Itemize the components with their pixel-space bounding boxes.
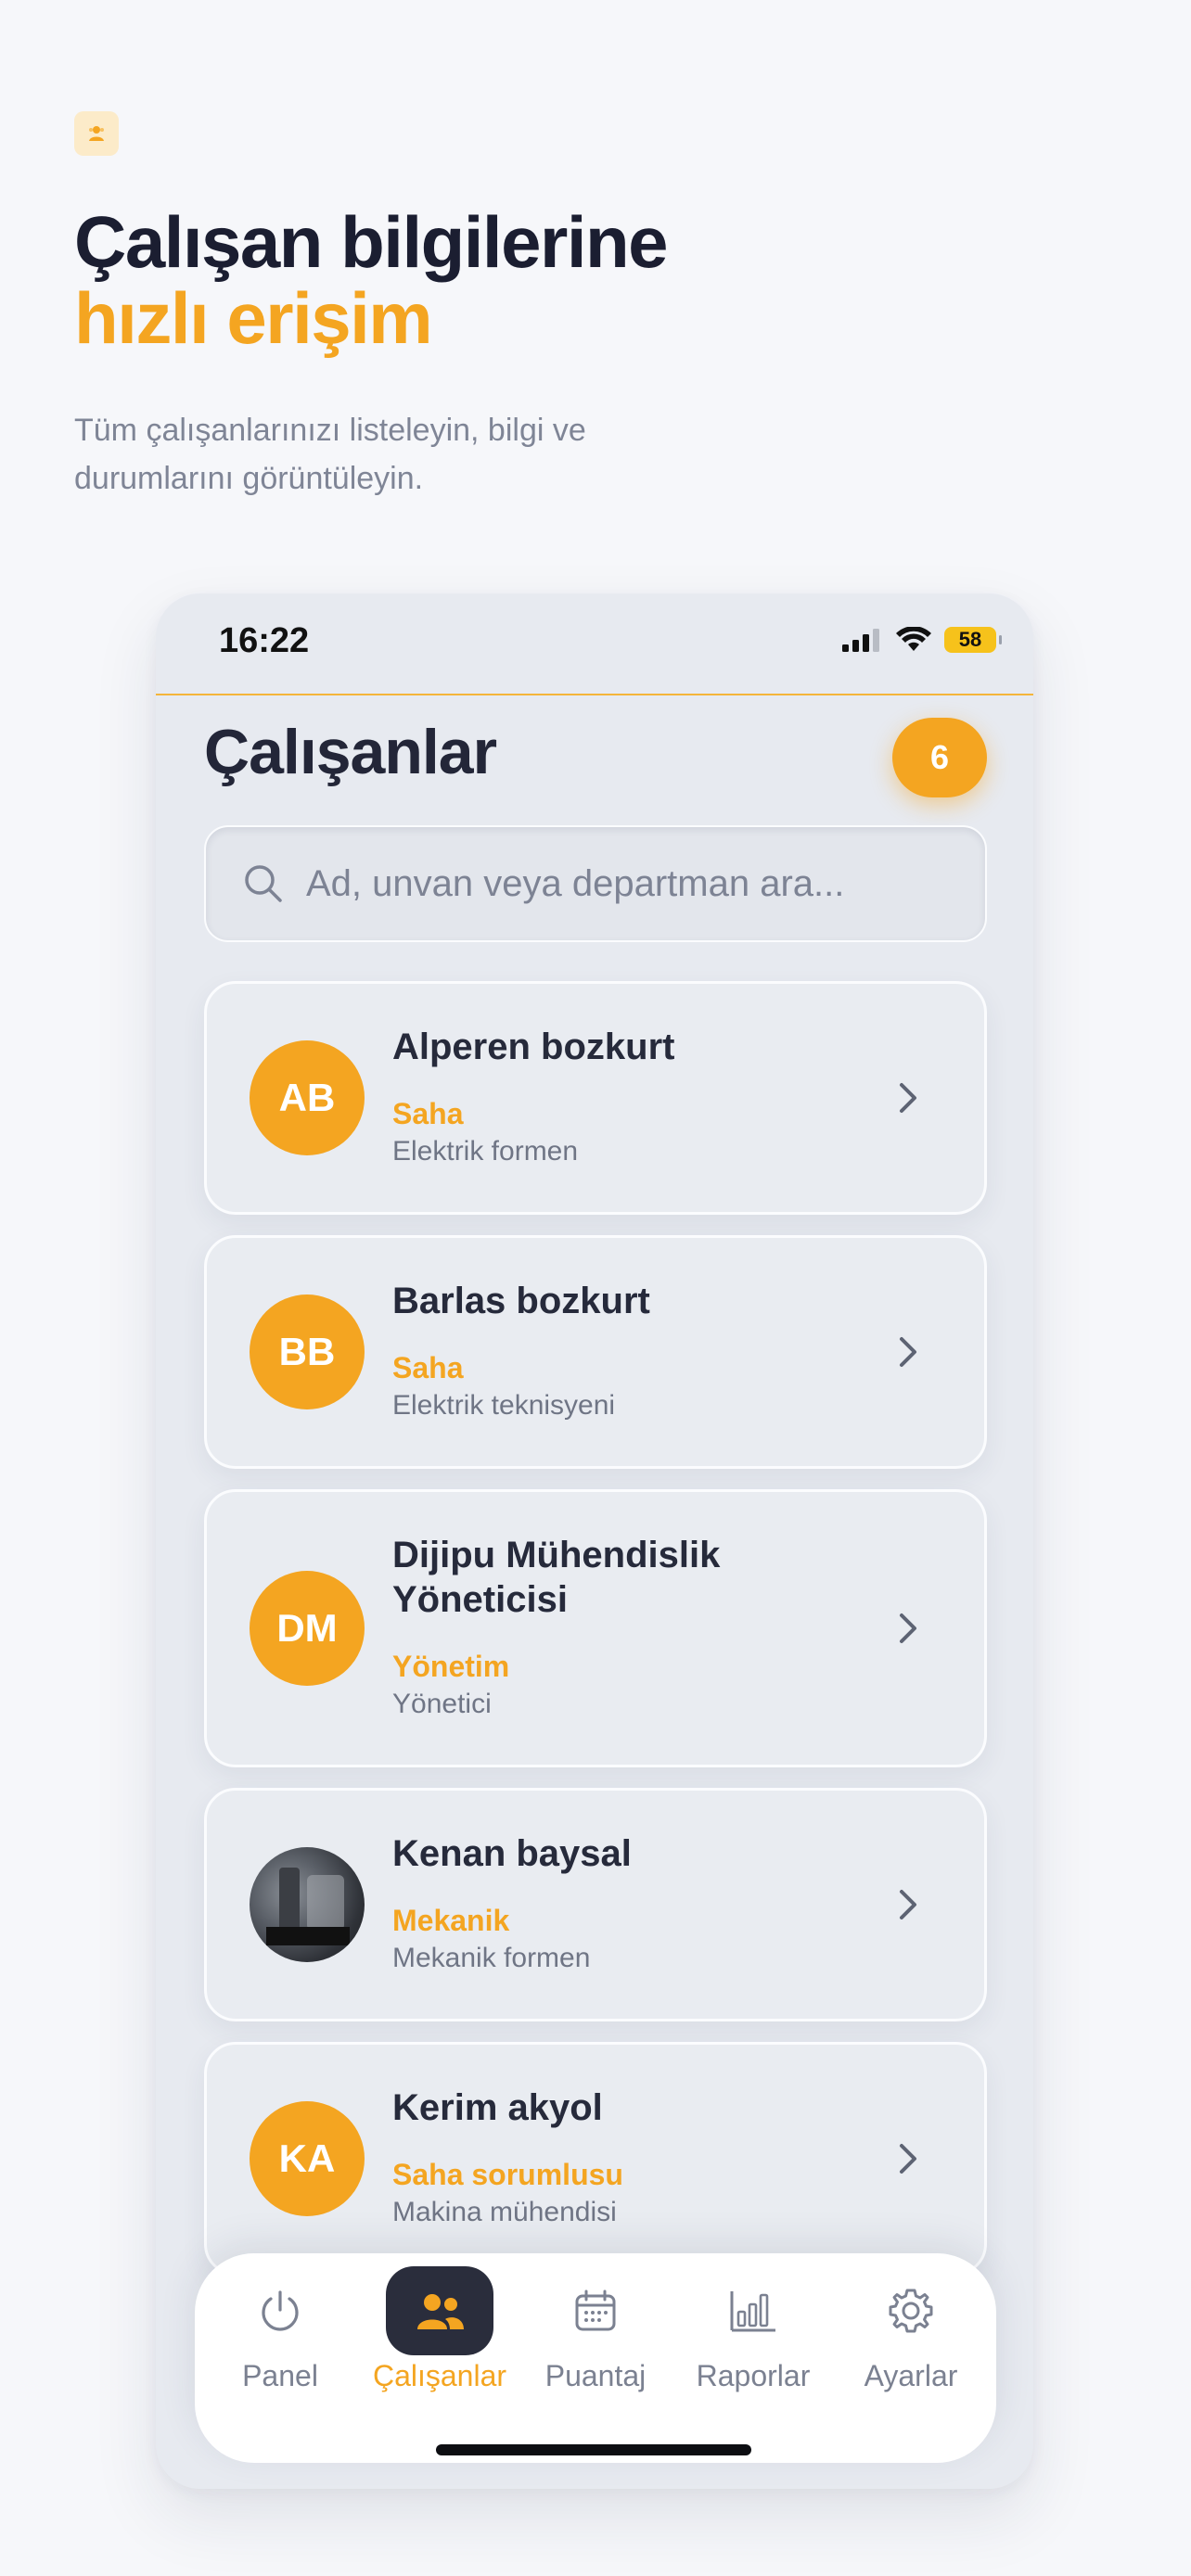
- employee-count-badge: 6: [892, 718, 987, 797]
- employee-card[interactable]: DM Dijipu Mühendislik Yöneticisi Yönetim…: [204, 1489, 987, 1767]
- cellular-signal-icon: [842, 629, 879, 652]
- chevron-right-icon: [888, 1078, 928, 1118]
- employee-title: Elektrik formen: [392, 1136, 579, 1167]
- gear-icon: [889, 2289, 933, 2333]
- employee-card[interactable]: KA Kerim akyol Saha sorumlusu Makina müh…: [204, 2042, 987, 2276]
- employee-name: Barlas bozkurt: [392, 1281, 650, 1321]
- tab-ayarlar[interactable]: Ayarlar: [831, 2266, 991, 2405]
- avatar-initials: DM: [276, 1606, 338, 1650]
- home-indicator: [436, 2444, 751, 2455]
- employee-title: Makina mühendisi: [392, 2197, 617, 2227]
- tab-puantaj[interactable]: Puantaj: [516, 2266, 675, 2405]
- avatar: KA: [250, 2101, 365, 2216]
- tab-label: Raporlar: [696, 2359, 811, 2392]
- power-icon: [262, 2290, 299, 2331]
- bar-chart-icon: [730, 2291, 775, 2332]
- employee-title: Mekanik formen: [392, 1943, 591, 1973]
- employee-title: Yönetici: [392, 1689, 492, 1719]
- chevron-right-icon: [888, 1884, 928, 1925]
- search-input[interactable]: [306, 862, 937, 905]
- hero-subtitle: Tüm çalışanlarınızı listeleyin, bilgi ve…: [74, 413, 586, 496]
- search-icon: [245, 865, 282, 902]
- hero-title: Çalışan bilgilerine hızlı erişim: [74, 201, 669, 359]
- calendar-icon: [575, 2289, 616, 2331]
- avatar: DM: [250, 1571, 365, 1686]
- hero-title-line: Çalışan bilgilerine: [74, 201, 669, 283]
- hero-title-accent: hızlı erişim: [74, 277, 433, 359]
- avatar-initials: AB: [278, 1076, 336, 1119]
- avatar: BB: [250, 1294, 365, 1409]
- bottom-tab-bar: Panel Çalışanlar Puantaj Raporlar Ayarla…: [195, 2253, 996, 2463]
- tab-panel[interactable]: Panel: [200, 2266, 360, 2405]
- page: Çalışan bilgilerine hızlı erişim Tüm çal…: [0, 0, 1191, 2576]
- employee-card[interactable]: BB Barlas bozkurt Saha Elektrik teknisye…: [204, 1235, 987, 1469]
- chevron-right-icon: [888, 1608, 928, 1649]
- wifi-icon: [896, 627, 931, 651]
- tab-label: Puantaj: [544, 2359, 647, 2392]
- employee-name: Kerim akyol: [392, 2087, 603, 2128]
- employee-title: Elektrik teknisyeni: [392, 1390, 616, 1421]
- search-bar[interactable]: [204, 825, 987, 942]
- status-icons: 58: [842, 627, 1002, 653]
- employee-count: 6: [929, 738, 950, 776]
- chevron-right-icon: [888, 2138, 928, 2179]
- employee-card[interactable]: Kenan baysal Mekanik Mekanik formen: [204, 1788, 987, 2021]
- avatar-photo: [250, 1847, 365, 1962]
- tab-raporlar[interactable]: Raporlar: [673, 2266, 833, 2405]
- employee-name: Dijipu Mühendislik Yöneticisi: [392, 1535, 721, 1620]
- status-time: 16:22: [219, 621, 310, 660]
- chevron-right-icon: [888, 1332, 928, 1372]
- employee-name: Kenan baysal: [392, 1833, 632, 1874]
- screen-title: Çalışanlar: [204, 717, 497, 787]
- tab-label: Çalışanlar: [372, 2359, 507, 2392]
- avatar-initials: KA: [278, 2136, 336, 2180]
- battery-level: 58: [958, 628, 982, 651]
- status-bar: 16:22 58: [156, 593, 1033, 695]
- employee-card[interactable]: AB Alperen bozkurt Saha Elektrik formen: [204, 981, 987, 1215]
- avatar: AB: [250, 1040, 365, 1155]
- battery-indicator: 58: [944, 627, 1002, 653]
- people-icon: [417, 2294, 464, 2329]
- employee-name: Alperen bozkurt: [392, 1027, 675, 1067]
- phone-mockup: 16:22 58 Çalışanlar 6 Ad, unvan veya dep…: [156, 593, 1033, 2489]
- tab-label: Ayarlar: [864, 2359, 958, 2392]
- employee-department: Yönetim: [392, 1650, 510, 1683]
- tab-calisanlar[interactable]: Çalışanlar: [360, 2266, 519, 2405]
- employee-list: AB Alperen bozkurt Saha Elektrik formen …: [204, 981, 987, 2296]
- people-icon: [74, 111, 119, 156]
- tab-label: Panel: [242, 2359, 318, 2392]
- avatar-initials: BB: [278, 1330, 336, 1373]
